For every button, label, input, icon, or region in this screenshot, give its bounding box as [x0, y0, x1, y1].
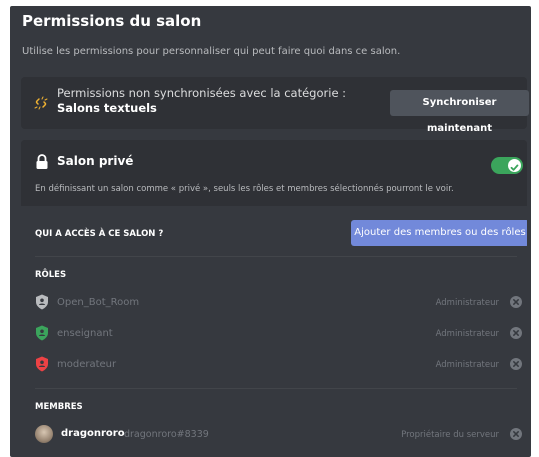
remove-icon[interactable]: [510, 358, 522, 370]
checkmark-icon: [510, 164, 519, 171]
role-name: enseignant: [57, 328, 113, 339]
access-heading: QUI A ACCÈS À CE SALON ?: [35, 229, 164, 239]
unlink-icon: [34, 96, 48, 110]
member-row: dragonroro dragonroro#8339 Propriétaire …: [21, 425, 527, 447]
role-permission: Administrateur: [435, 298, 499, 308]
private-channel-title: Salon privé: [57, 154, 134, 168]
sync-now-button[interactable]: Synchroniser maintenant: [390, 90, 529, 134]
page-subtitle: Utilise les permissions pour personnalis…: [22, 46, 401, 57]
members-heading: MEMBRES: [35, 402, 83, 412]
sync-message-text: Permissions non synchronisées avec la ca…: [57, 86, 347, 100]
avatar: [35, 425, 53, 443]
remove-icon[interactable]: [510, 327, 522, 339]
member-tag: dragonroro#8339: [124, 429, 209, 440]
shield-icon: [36, 356, 48, 372]
private-channel-section: Salon privé En définissant un salon comm…: [21, 140, 527, 457]
divider: [35, 388, 517, 389]
sync-notice: Permissions non synchronisées avec la ca…: [21, 77, 529, 134]
toggle-knob: [508, 159, 521, 172]
access-section: QUI A ACCÈS À CE SALON ? Ajouter des mem…: [21, 206, 527, 457]
role-permission: Administrateur: [435, 329, 499, 339]
role-row-enseignant: enseignant Administrateur: [21, 324, 527, 346]
remove-icon[interactable]: [510, 296, 522, 308]
private-channel-toggle[interactable]: [491, 157, 523, 174]
page-title: Permissions du salon: [22, 12, 202, 30]
role-name: Open_Bot_Room: [57, 297, 140, 308]
shield-icon: [36, 294, 48, 310]
divider: [35, 256, 517, 257]
role-name: moderateur: [57, 359, 117, 370]
lock-icon: [36, 154, 48, 169]
role-row-moderateur: moderateur Administrateur: [21, 355, 527, 377]
member-permission: Propriétaire du serveur: [401, 430, 499, 440]
channel-permissions-panel: Permissions du salon Utilise les permiss…: [10, 6, 531, 457]
private-channel-header: Salon privé En définissant un salon comm…: [21, 140, 527, 206]
private-channel-description: En définissant un salon comme « privé »,…: [35, 184, 454, 194]
role-permission: Administrateur: [435, 360, 499, 370]
sync-category-name: Salons textuels: [57, 101, 157, 115]
sync-message: Permissions non synchronisées avec la ca…: [57, 86, 357, 116]
shield-icon: [36, 325, 48, 341]
member-name: dragonroro: [61, 428, 125, 439]
add-members-roles-button[interactable]: Ajouter des membres ou des rôles: [351, 220, 527, 246]
role-row-open-bot-room: Open_Bot_Room Administrateur: [21, 293, 527, 315]
roles-heading: RÔLES: [35, 270, 67, 280]
remove-icon[interactable]: [510, 428, 522, 440]
